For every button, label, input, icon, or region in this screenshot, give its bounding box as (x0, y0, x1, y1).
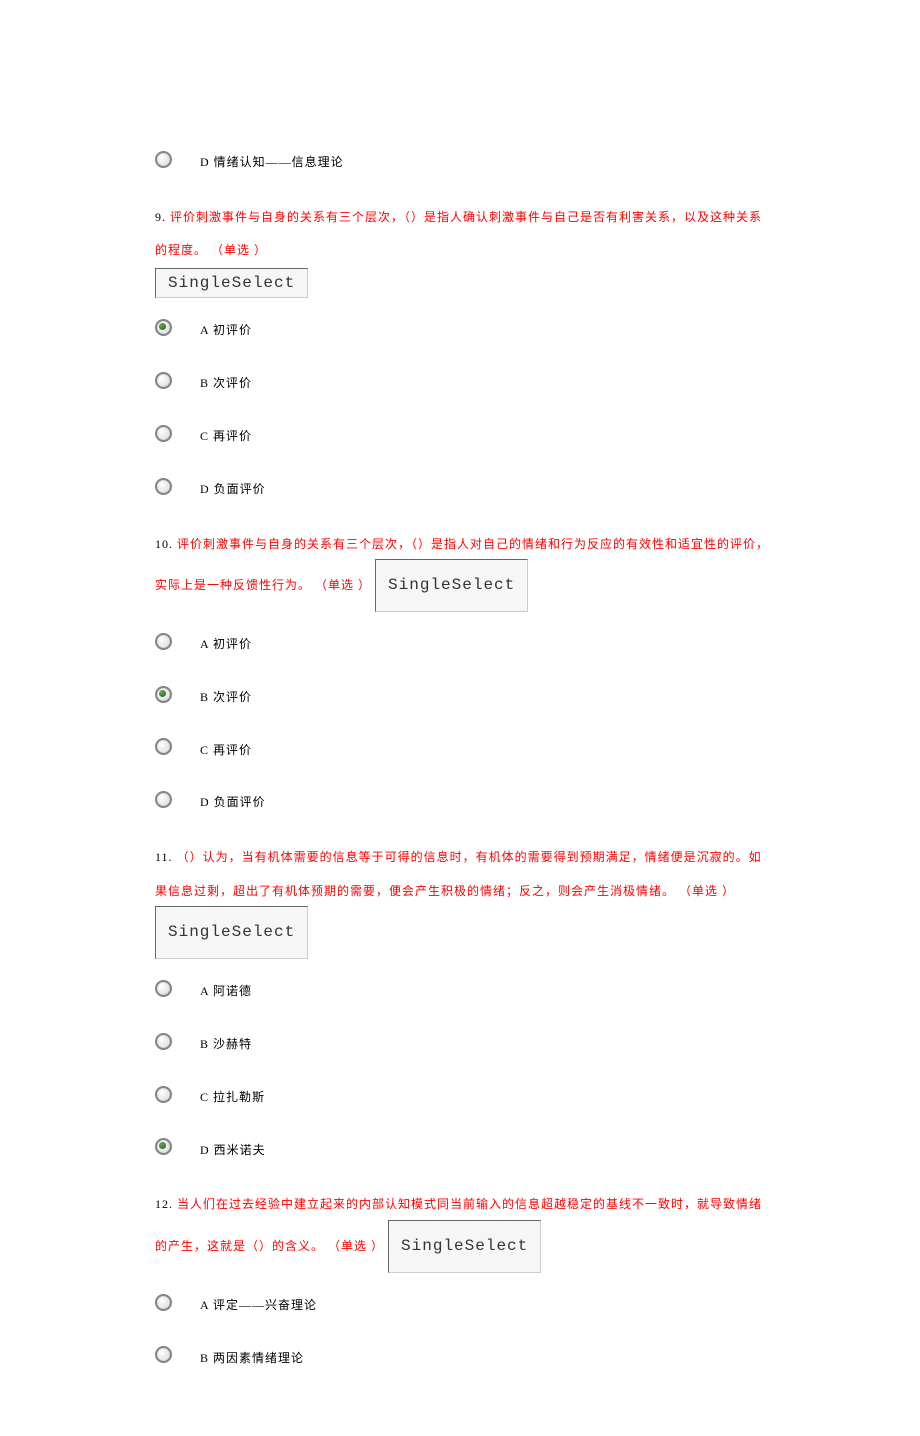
q10-number: 10. (155, 537, 173, 551)
q10-option-a-label: A 初评价 (200, 636, 252, 653)
q11-text: （）认为，当有机体需要的信息等于可得的信息时，有机体的需要得到预期满足，情绪便是… (155, 850, 762, 898)
q10-option-a-radio[interactable] (155, 633, 172, 650)
q11-option-c-radio[interactable] (155, 1086, 172, 1103)
q11-option-d-label: D 西米诺夫 (200, 1142, 266, 1159)
q9-option-b-label: B 次评价 (200, 375, 252, 392)
q11-option-a-radio[interactable] (155, 980, 172, 997)
q10-option-c-radio[interactable] (155, 738, 172, 755)
q9-option-a-radio[interactable] (155, 319, 172, 336)
q10-option-d-label: D 负面评价 (200, 794, 266, 811)
q10-type-badge: SingleSelect (375, 559, 528, 612)
q9-option-c-label: C 再评价 (200, 428, 252, 445)
q10-option-b-radio[interactable] (155, 686, 172, 703)
q11-option-b-radio[interactable] (155, 1033, 172, 1050)
q10-option-b-label: B 次评价 (200, 689, 252, 706)
q12-option-a-label: A 评定——兴奋理论 (200, 1297, 317, 1314)
q8-option-d-label: D 情绪认知——信息理论 (200, 154, 344, 171)
q12-prompt: 12. 当人们在过去经验中建立起来的内部认知模式同当前输入的信息超越稳定的基线不… (155, 1188, 770, 1272)
q12-type-badge: SingleSelect (388, 1220, 541, 1273)
q12-option-b-radio[interactable] (155, 1346, 172, 1363)
q9-option-b-radio[interactable] (155, 372, 172, 389)
q11-option-b-label: B 沙赫特 (200, 1036, 252, 1053)
q9-type-badge: SingleSelect (155, 268, 308, 298)
q9-prompt: 9. 评价刺激事件与自身的关系有三个层次，（）是指人确认刺激事件与自己是否有利害… (155, 201, 770, 268)
q12-number: 12. (155, 1197, 173, 1211)
q10-tag: （单选 ） (315, 578, 371, 592)
q11-type-badge: SingleSelect (155, 906, 308, 959)
q11-tag: （单选 ） (679, 884, 735, 898)
q9-option-a-label: A 初评价 (200, 322, 252, 339)
q11-number: 11. (155, 850, 173, 864)
q11-option-d-radio[interactable] (155, 1138, 172, 1155)
q10-prompt: 10. 评价刺激事件与自身的关系有三个层次，（）是指人对自己的情绪和行为反应的有… (155, 528, 770, 612)
q9-option-d-label: D 负面评价 (200, 481, 266, 498)
q10-option-c-label: C 再评价 (200, 742, 252, 759)
q9-option-c-radio[interactable] (155, 425, 172, 442)
q10-option-d-radio[interactable] (155, 791, 172, 808)
q11-option-c-label: C 拉扎勒斯 (200, 1089, 265, 1106)
q11-prompt: 11. （）认为，当有机体需要的信息等于可得的信息时，有机体的需要得到预期满足，… (155, 841, 770, 959)
q8-option-d-radio[interactable] (155, 151, 172, 168)
q12-option-b-label: B 两因素情绪理论 (200, 1350, 304, 1367)
q9-option-d-radio[interactable] (155, 478, 172, 495)
q11-option-a-label: A 阿诺德 (200, 983, 252, 1000)
q9-number: 9. (155, 210, 166, 224)
q12-tag: （单选 ） (328, 1239, 384, 1253)
q9-tag: （单选 ） (211, 243, 267, 257)
q12-option-a-radio[interactable] (155, 1294, 172, 1311)
